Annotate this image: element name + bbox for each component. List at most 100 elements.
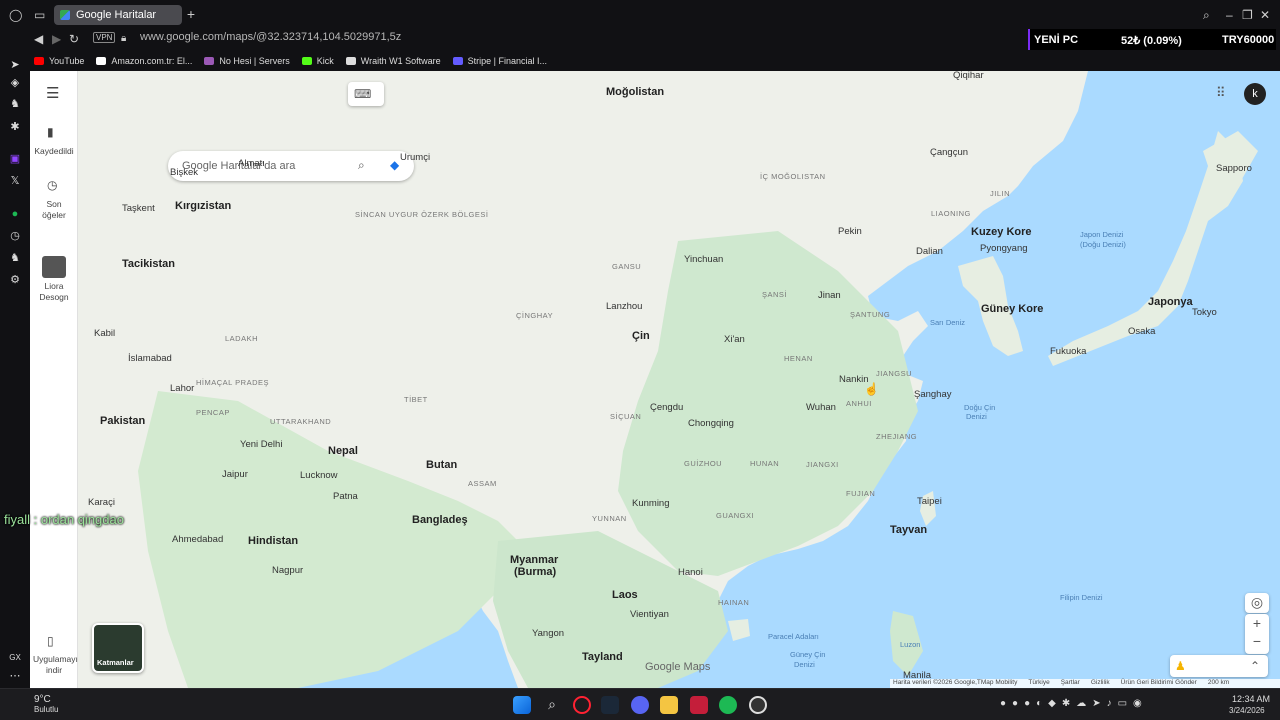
maximize-icon[interactable]: ❐	[1242, 8, 1253, 22]
country-label[interactable]: Güney Kore	[981, 303, 1043, 315]
city-label[interactable]: Yangon	[532, 628, 564, 639]
recent-label[interactable]: Son öğeler	[37, 199, 71, 221]
city-label[interactable]: Almatı	[238, 158, 265, 169]
country-label[interactable]: Tacikistan	[122, 258, 175, 270]
forward-icon[interactable]: ▶	[52, 32, 61, 46]
affinity-icon[interactable]	[690, 696, 708, 714]
pegman-icon[interactable]: ♟	[1175, 659, 1186, 673]
country-label[interactable]: Hindistan	[248, 535, 298, 547]
opera-gx-icon[interactable]	[573, 696, 591, 714]
city-label[interactable]: Wuhan	[806, 402, 836, 413]
country-label[interactable]: Japonya	[1148, 296, 1193, 308]
region-label[interactable]: ÇİNGHAY	[516, 311, 553, 320]
clock-date[interactable]: 3/24/2026	[1229, 706, 1265, 715]
extension-icon[interactable]: ✱	[8, 120, 22, 134]
layers-button[interactable]: Katmanlar	[92, 623, 144, 673]
weather-desc[interactable]: Bulutlu	[34, 705, 58, 714]
region-label[interactable]: YUNNAN	[592, 514, 627, 523]
input-tools-button[interactable]: ⌨	[348, 82, 384, 106]
vpn-badge[interactable]: VPN	[93, 32, 116, 43]
region-label[interactable]: SİÇUAN	[610, 412, 641, 421]
city-label[interactable]: Dalian	[916, 246, 943, 257]
region-label[interactable]: ZHEJIANG	[876, 432, 917, 441]
liora-label[interactable]: Liora Desogn	[36, 281, 72, 303]
imagery-switcher[interactable]: ♟ ⌃	[1170, 655, 1268, 677]
region-label[interactable]: UTTARAKHAND	[270, 417, 331, 426]
water-label[interactable]: Japon Denizi	[1080, 230, 1123, 239]
minimize-icon[interactable]: –	[1226, 8, 1233, 22]
city-label[interactable]: Pyongyang	[980, 243, 1028, 254]
country-label[interactable]: Kuzey Kore	[971, 226, 1032, 238]
city-label[interactable]: Qiqihar	[953, 70, 984, 81]
region-label[interactable]: ŞANTUNG	[850, 310, 890, 319]
gx-label[interactable]: GX	[6, 651, 24, 665]
city-label[interactable]: Taşkent	[122, 203, 155, 214]
spotify-icon[interactable]	[719, 696, 737, 714]
account-avatar[interactable]: k	[1244, 83, 1266, 105]
water-label[interactable]: Denizi	[794, 660, 815, 669]
country-label[interactable]: (Burma)	[514, 566, 556, 578]
file-explorer-icon[interactable]	[660, 696, 678, 714]
country-label[interactable]: Tayvan	[890, 524, 927, 536]
region-label[interactable]: GUANGXI	[716, 511, 754, 520]
region-label[interactable]: JIANGSU	[876, 369, 912, 378]
footer-feedback[interactable]: Ürün Geri Bildirimi Gönder	[1121, 679, 1197, 688]
city-label[interactable]: Çangçun	[930, 147, 968, 158]
discord-icon[interactable]	[631, 696, 649, 714]
x-icon[interactable]: 𝕏	[8, 174, 22, 188]
apps-grid-icon[interactable]: ⠿	[1216, 86, 1226, 100]
country-label[interactable]: Moğolistan	[606, 86, 664, 98]
region-label[interactable]: HUNAN	[750, 459, 779, 468]
deer-icon[interactable]: ♞	[8, 97, 22, 111]
clock-time[interactable]: 12:34 AM	[1232, 694, 1270, 704]
footer-region[interactable]: Türkiye	[1028, 679, 1049, 688]
region-label[interactable]: GUİZHOU	[684, 459, 722, 468]
crypto-icon[interactable]: ◈	[8, 76, 22, 90]
country-label[interactable]: Bangladeş	[412, 514, 468, 526]
footer-scale[interactable]: 200 km	[1208, 679, 1229, 688]
city-label[interactable]: Lanzhou	[606, 301, 642, 312]
reload-icon[interactable]: ↻	[69, 32, 79, 46]
water-label[interactable]: Filipin Denizi	[1060, 593, 1103, 602]
bookmark-wraith[interactable]: Wraith W1 Software	[345, 56, 441, 66]
start-icon[interactable]	[513, 696, 531, 714]
bookmark-icon[interactable]: ▮	[47, 125, 54, 139]
city-label[interactable]: Vientiyan	[630, 609, 669, 620]
bookmark-stripe[interactable]: Stripe | Financial I...	[452, 56, 547, 66]
new-tab-button[interactable]: +	[184, 6, 198, 22]
city-label[interactable]: Nagpur	[272, 565, 303, 576]
city-label[interactable]: Tokyo	[1192, 307, 1217, 318]
city-label[interactable]: Patna	[333, 491, 358, 502]
opera-logo-icon[interactable]: ◯	[9, 8, 22, 22]
region-label[interactable]: LIAONING	[931, 209, 971, 218]
zoom-in-button[interactable]: +	[1245, 614, 1269, 632]
country-label[interactable]: Nepal	[328, 445, 358, 457]
country-label[interactable]: Çin	[632, 330, 650, 342]
tab-overview-icon[interactable]: ▭	[34, 8, 45, 22]
directions-icon[interactable]: ◆	[390, 158, 399, 172]
liora-thumbnail[interactable]	[42, 256, 66, 278]
bookmark-kick[interactable]: Kick	[301, 56, 334, 66]
close-icon[interactable]: ✕	[1260, 8, 1270, 22]
weather-temp[interactable]: 9°C	[34, 694, 51, 705]
tray-icons[interactable]: ●●●◐◆✱☁➤♪▭◉	[1000, 698, 1148, 709]
spotify-icon[interactable]: ●	[8, 207, 22, 221]
region-label[interactable]: JIANGXI	[806, 460, 839, 469]
region-label[interactable]: SİNCAN UYGUR ÖZERK BÖLGESİ	[355, 210, 488, 219]
deer2-icon[interactable]: ♞	[8, 251, 22, 265]
city-label[interactable]: Hanoi	[678, 567, 703, 578]
water-label[interactable]: Denizi	[966, 412, 987, 421]
recent-icon[interactable]: ◷	[47, 178, 57, 192]
download-app-icon[interactable]: ▯	[47, 634, 54, 648]
my-location-button[interactable]: ◎	[1245, 593, 1269, 613]
region-label[interactable]: HAINAN	[718, 598, 749, 607]
settings-icon[interactable]: ⚙	[8, 273, 22, 287]
city-label[interactable]: Sapporo	[1216, 163, 1252, 174]
city-label[interactable]: Chongqing	[688, 418, 734, 429]
saved-label[interactable]: Kaydedildi	[30, 146, 78, 157]
region-label[interactable]: FUJIAN	[846, 489, 875, 498]
city-label[interactable]: Ahmedabad	[172, 534, 223, 545]
city-label[interactable]: Taipei	[917, 496, 942, 507]
region-label[interactable]: TİBET	[404, 395, 428, 404]
country-label[interactable]: Laos	[612, 589, 638, 601]
